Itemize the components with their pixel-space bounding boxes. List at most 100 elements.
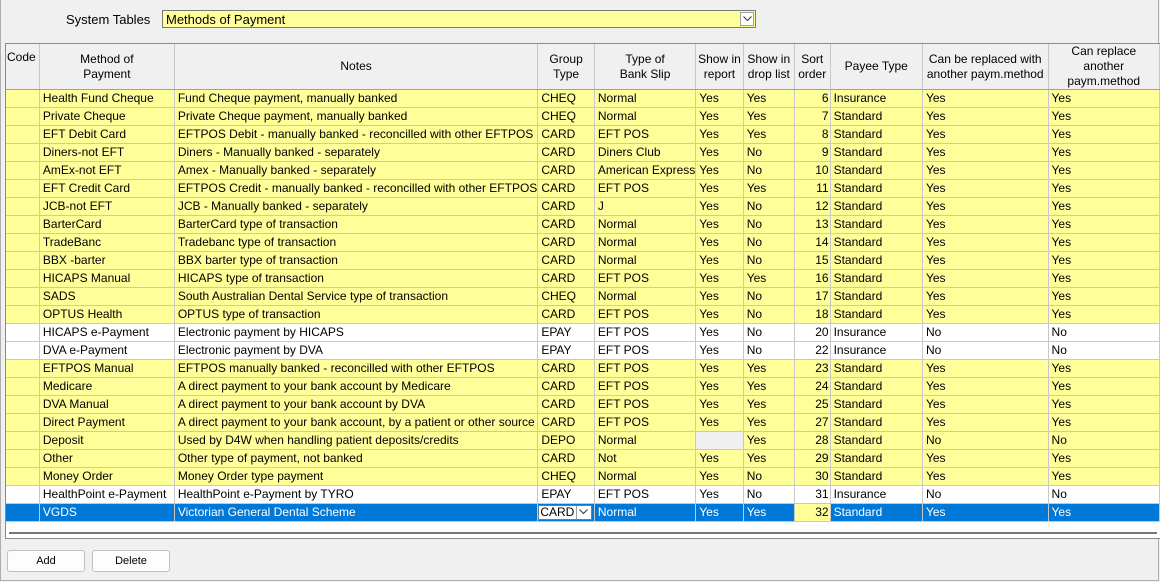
cell-bank-slip[interactable]: EFT POS [594,323,697,342]
cell-payee-type[interactable]: Standard [830,287,923,306]
cell-code[interactable] [6,413,40,432]
cell-show-in-report[interactable]: Yes [695,107,744,126]
cell-sort-order[interactable]: 32 [794,503,831,522]
cell-group-type[interactable]: CHEQ [537,467,595,486]
cell-method[interactable]: Medicare [39,377,175,396]
cell-payee-type[interactable]: Standard [830,305,923,324]
cell-sort-order[interactable]: 9 [794,143,831,162]
cell-payee-type[interactable]: Standard [830,467,923,486]
cell-group-type[interactable]: EPAY [537,323,595,342]
cell-show-in-report[interactable] [695,431,744,450]
cell-can-replace[interactable]: Yes [1048,413,1160,432]
cell-show-in-drop-list[interactable]: Yes [743,89,795,108]
cell-method[interactable]: JCB-not EFT [39,197,175,216]
cell-can-be-replaced[interactable]: Yes [922,125,1049,144]
cell-notes[interactable]: A direct payment to your bank account by… [174,395,539,414]
cell-code[interactable] [6,179,40,198]
cell-sort-order[interactable]: 29 [794,449,831,468]
cell-payee-type[interactable]: Standard [830,233,923,252]
cell-method[interactable]: HICAPS Manual [39,269,175,288]
table-row[interactable]: Other Other type of payment, not banked CA… [6,449,1160,468]
table-row[interactable]: BarterCard BarterCard type of transaction… [6,215,1160,234]
cell-sort-order[interactable]: 8 [794,125,831,144]
cell-method[interactable]: EFT Debit Card [39,125,175,144]
table-row[interactable]: AmEx-not EFT Amex - Manually banked - sep… [6,161,1160,180]
cell-method[interactable]: Deposit [39,431,175,450]
table-row[interactable]: Private Cheque Private Cheque payment, ma… [6,107,1160,126]
cell-payee-type[interactable]: Standard [830,215,923,234]
cell-sort-order[interactable]: 13 [794,215,831,234]
cell-bank-slip[interactable]: Normal [594,431,697,450]
cell-notes[interactable]: EFTPOS Debit - manually banked - reconci… [174,125,539,144]
cell-can-replace[interactable]: Yes [1048,449,1160,468]
cell-sort-order[interactable]: 27 [794,413,831,432]
cell-sort-order[interactable]: 22 [794,341,831,360]
table-row[interactable]: OPTUS Health OPTUS type of transaction CAR… [6,305,1160,324]
cell-method[interactable]: TradeBanc [39,233,175,252]
cell-sort-order[interactable]: 30 [794,467,831,486]
cell-show-in-drop-list[interactable]: No [743,143,795,162]
cell-show-in-drop-list[interactable]: No [743,323,795,342]
chevron-down-icon[interactable] [740,12,754,26]
cell-method[interactable]: AmEx-not EFT [39,161,175,180]
chevron-down-icon[interactable] [576,506,592,519]
cell-can-be-replaced[interactable]: No [922,431,1049,450]
cell-method[interactable]: BBX -barter [39,251,175,270]
cell-show-in-report[interactable]: Yes [695,215,744,234]
cell-code[interactable] [6,107,40,126]
table-row[interactable]: VGDS Victorian General Dental Scheme CARD N… [6,503,1160,522]
cell-notes[interactable]: Victorian General Dental Scheme [174,503,539,522]
cell-payee-type[interactable]: Insurance [830,341,923,360]
cell-method[interactable]: HICAPS e-Payment [39,323,175,342]
cell-can-be-replaced[interactable]: No [922,485,1049,504]
cell-code[interactable] [6,161,40,180]
table-row[interactable]: EFT Debit Card EFTPOS Debit - manually ba… [6,125,1160,144]
cell-show-in-report[interactable]: Yes [695,251,744,270]
cell-can-be-replaced[interactable]: Yes [922,179,1049,198]
cell-show-in-drop-list[interactable]: Yes [743,449,795,468]
cell-can-replace[interactable]: No [1048,341,1160,360]
cell-can-replace[interactable]: Yes [1048,251,1160,270]
cell-code[interactable] [6,305,40,324]
payment-methods-grid[interactable]: Code Method of Payment Notes Group Type Type… [5,43,1160,539]
cell-can-replace[interactable]: Yes [1048,377,1160,396]
cell-notes[interactable]: South Australian Dental Service type of … [174,287,539,306]
cell-bank-slip[interactable]: J [594,197,697,216]
cell-method[interactable]: SADS [39,287,175,306]
table-row[interactable]: HealthPoint e-Payment HealthPoint e-Payme… [6,485,1160,504]
cell-bank-slip[interactable]: EFT POS [594,395,697,414]
cell-show-in-drop-list[interactable]: Yes [743,125,795,144]
cell-payee-type[interactable]: Standard [830,161,923,180]
cell-bank-slip[interactable]: Normal [594,215,697,234]
cell-can-replace[interactable]: Yes [1048,89,1160,108]
cell-show-in-drop-list[interactable]: No [743,341,795,360]
cell-sort-order[interactable]: 10 [794,161,831,180]
cell-can-be-replaced[interactable]: No [922,341,1049,360]
cell-group-type[interactable]: CARD [537,251,595,270]
cell-show-in-drop-list[interactable]: No [743,197,795,216]
cell-notes[interactable]: HealthPoint e-Payment by TYRO [174,485,539,504]
table-row[interactable]: DVA Manual A direct payment to your bank … [6,395,1160,414]
cell-bank-slip[interactable]: EFT POS [594,377,697,396]
column-header-notes[interactable]: Notes [174,44,539,90]
cell-group-type[interactable]: CHEQ [537,107,595,126]
table-row[interactable]: BBX -barter BBX barter type of transactio… [6,251,1160,270]
cell-can-be-replaced[interactable]: Yes [922,467,1049,486]
cell-notes[interactable]: BBX barter type of transaction [174,251,539,270]
cell-group-type[interactable]: CARD [537,143,595,162]
cell-show-in-drop-list[interactable]: Yes [743,107,795,126]
cell-sort-order[interactable]: 31 [794,485,831,504]
cell-bank-slip[interactable]: EFT POS [594,485,697,504]
cell-show-in-report[interactable]: Yes [695,323,744,342]
cell-code[interactable] [6,377,40,396]
cell-payee-type[interactable]: Standard [830,377,923,396]
cell-code[interactable] [6,125,40,144]
table-row[interactable]: EFT Credit Card EFTPOS Credit - manually … [6,179,1160,198]
cell-can-be-replaced[interactable]: Yes [922,395,1049,414]
cell-can-replace[interactable]: Yes [1048,359,1160,378]
cell-bank-slip[interactable]: Normal [594,287,697,306]
cell-notes[interactable]: Other type of payment, not banked [174,449,539,468]
cell-show-in-report[interactable]: Yes [695,269,744,288]
cell-sort-order[interactable]: 7 [794,107,831,126]
column-header-bank-slip[interactable]: Type of Bank Slip [594,44,697,90]
